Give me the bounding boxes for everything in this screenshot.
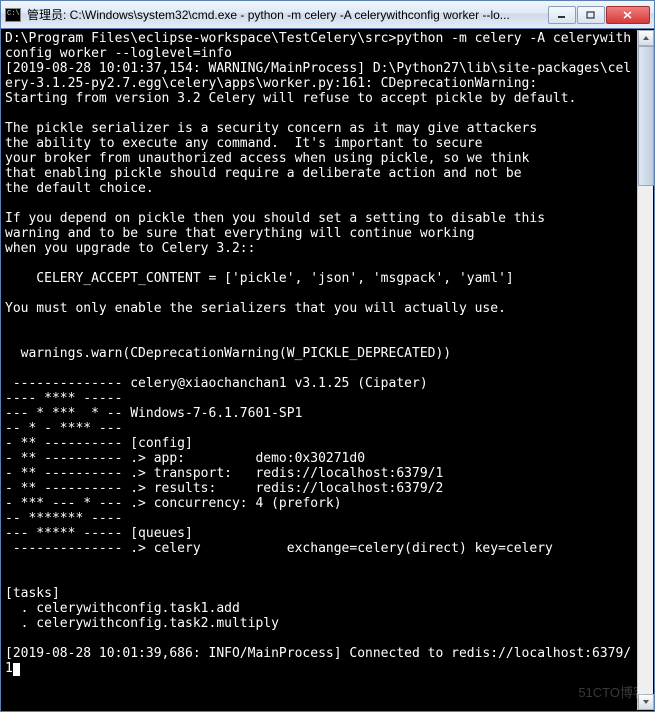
- scroll-up-button[interactable]: [638, 30, 654, 46]
- cursor: [13, 663, 20, 676]
- window-controls: [547, 6, 650, 24]
- minimize-button[interactable]: [548, 6, 576, 24]
- cmd-window: 管理员: C:\Windows\system32\cmd.exe - pytho…: [0, 0, 655, 712]
- scroll-down-button[interactable]: [638, 694, 654, 710]
- scrollbar-thumb[interactable]: [638, 46, 654, 186]
- maximize-button[interactable]: [577, 6, 605, 24]
- titlebar[interactable]: 管理员: C:\Windows\system32\cmd.exe - pytho…: [1, 1, 654, 29]
- close-button[interactable]: [606, 6, 650, 24]
- chevron-up-icon: [642, 35, 650, 41]
- window-title: 管理员: C:\Windows\system32\cmd.exe - pytho…: [27, 6, 547, 23]
- minimize-icon: [557, 11, 567, 19]
- maximize-icon: [586, 11, 596, 19]
- cmd-icon: [5, 8, 21, 22]
- vertical-scrollbar[interactable]: [637, 30, 653, 710]
- terminal-output[interactable]: D:\Program Files\eclipse-workspace\TestC…: [1, 29, 654, 711]
- close-icon: [623, 11, 633, 19]
- chevron-down-icon: [642, 699, 650, 705]
